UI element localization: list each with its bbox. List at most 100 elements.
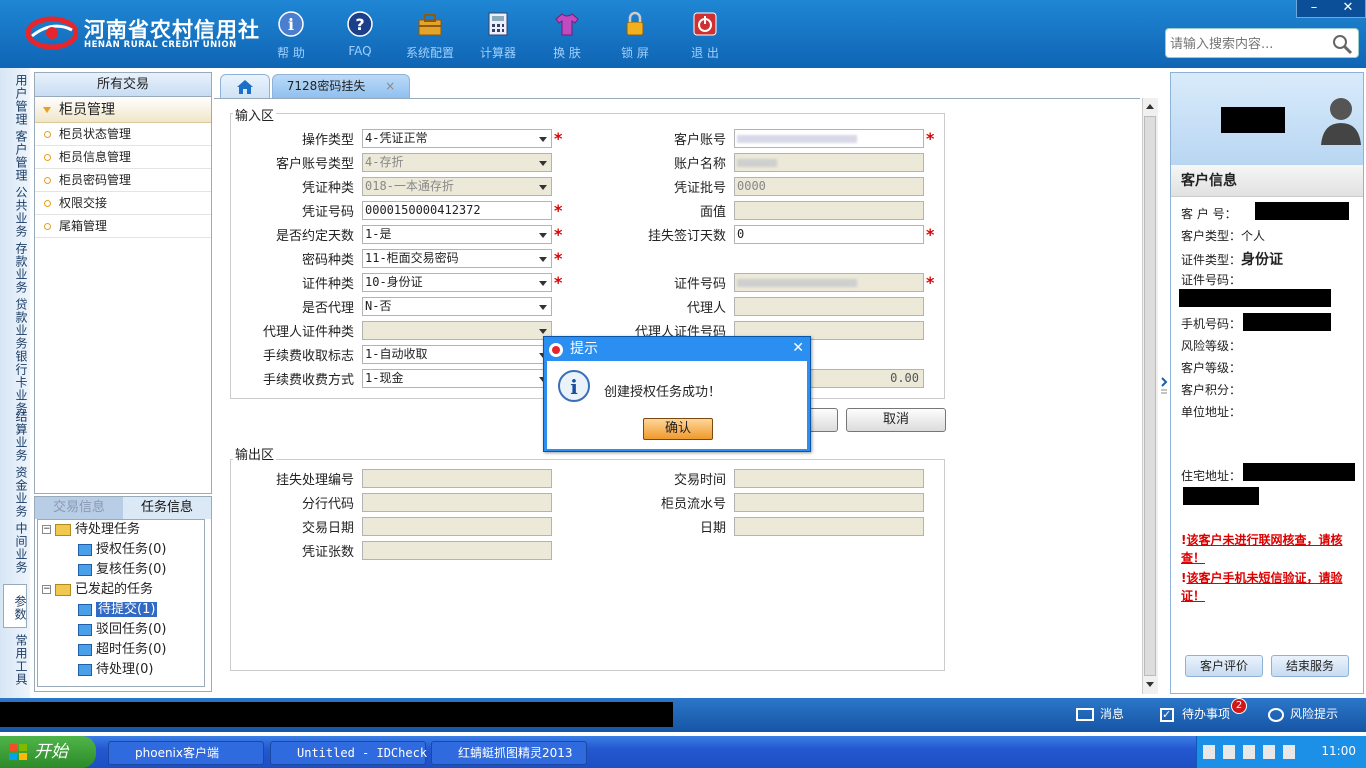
vnav-deposit[interactable]: 存款业务 [3, 242, 28, 294]
risk-alert-button[interactable]: 风险提示 [1268, 704, 1338, 724]
is-agent-select[interactable]: N-否 [362, 297, 552, 316]
risk-level-label: 风险等级： [1181, 339, 1242, 353]
menu-item-cash-box[interactable]: 尾箱管理 [35, 215, 211, 238]
tree-group-initiated[interactable]: − 已发起的任务 [42, 580, 153, 600]
scroll-thumb[interactable] [1144, 116, 1156, 676]
operation-type-select[interactable]: 4-凭证正常 [362, 129, 552, 148]
redacted-id-no [1179, 289, 1331, 307]
vnav-intermediary[interactable]: 中间业务 [3, 522, 28, 574]
fee-flag-select[interactable]: 1-自动收取 [362, 345, 552, 364]
scroll-up-arrow-icon[interactable] [1146, 104, 1154, 109]
vnav-loan[interactable]: 贷款业务 [3, 298, 28, 350]
menu-item-permission-handover[interactable]: 权限交接 [35, 192, 211, 215]
tree-group-pending[interactable]: − 待处理任务 [42, 520, 140, 540]
tree-item-timeout[interactable]: 超时任务(0) [78, 640, 166, 660]
content-scrollbar[interactable] [1142, 98, 1158, 694]
field-label: 代理人证件种类 [262, 325, 354, 340]
field-label: 证件种类 [301, 277, 354, 292]
tab-home[interactable] [220, 74, 270, 98]
close-tab-icon[interactable]: × [385, 79, 395, 93]
system-tray: 11:00 [1196, 736, 1366, 768]
verification-warning[interactable]: !该客户未进行联网核查，请核查！ [1181, 531, 1359, 567]
account-type-select[interactable]: 4-存折 [362, 153, 552, 172]
sms-warning[interactable]: !该客户手机未短信验证，请验证！ [1181, 569, 1359, 605]
voucher-type-select[interactable]: 018-一本通存折 [362, 177, 552, 196]
required-mark: * [926, 129, 935, 148]
scroll-down-arrow-icon[interactable] [1146, 682, 1154, 687]
vnav-funds[interactable]: 资金业务 [3, 466, 28, 518]
info-icon: i [558, 370, 590, 402]
close-window-button[interactable]: ✕ [1331, 0, 1365, 16]
menu-section-label: 柜员管理 [59, 102, 115, 118]
dialog-ok-button[interactable]: 确认 [643, 418, 713, 440]
toolbar-lock-button[interactable]: 锁 屏 [605, 8, 665, 64]
toolbar-calculator-button[interactable]: 计算器 [468, 8, 528, 64]
account-name-field [734, 153, 924, 172]
search-icon[interactable] [1330, 32, 1354, 56]
voucher-count-field [362, 541, 552, 560]
customer-account-input[interactable] [734, 129, 924, 148]
voucher-number-input[interactable]: 0000150000412372 [362, 201, 552, 220]
right-panel-collapse-handle[interactable] [1160, 360, 1168, 410]
chat-bubble-icon [1268, 707, 1284, 722]
vnav-customer-management[interactable]: 客户管理 [3, 130, 28, 182]
todo-button[interactable]: ✓ 待办事项 [1160, 704, 1230, 724]
customer-evaluation-button[interactable]: 客户评价 [1185, 655, 1263, 677]
vnav-public-business[interactable]: 公共业务 [3, 186, 28, 238]
tab-password-loss[interactable]: 7128密码挂失 × [272, 74, 410, 98]
toolbar-skin-button[interactable]: 换 肤 [537, 8, 597, 64]
menu-item-teller-password[interactable]: 柜员密码管理 [35, 169, 211, 192]
checkbox-icon: ✓ [1160, 707, 1174, 722]
tree-item-to-submit[interactable]: 待提交(1) [78, 600, 158, 620]
taskbar-item-idcheck[interactable]: Untitled - IDCheck [270, 741, 427, 765]
toolbar-faq-button[interactable]: ? FAQ [330, 8, 390, 64]
vnav-bank-card[interactable]: 银行卡业务 [3, 350, 28, 415]
task-icon [78, 663, 92, 676]
menu-header[interactable]: 所有交易 [35, 73, 211, 97]
vnav-parameters[interactable]: 参数 [3, 584, 27, 628]
field-label: 分行代码 [301, 497, 354, 512]
id-type-select[interactable]: 10-身份证 [362, 273, 552, 292]
dialog-title: 提示 [570, 341, 598, 357]
search-input[interactable] [1170, 34, 1330, 54]
field-label: 凭证张数 [301, 545, 354, 560]
tree-item-review-tasks[interactable]: 复核任务(0) [78, 560, 166, 580]
field-label: 代理人 [686, 301, 726, 316]
toolbar-help-button[interactable]: i 帮 助 [261, 8, 321, 64]
dialog-close-button[interactable]: ✕ [792, 340, 804, 356]
loss-days-input[interactable]: 0 [734, 225, 924, 244]
minimize-button[interactable]: – [1297, 0, 1331, 16]
vnav-user-management[interactable]: 用户管理 [3, 74, 28, 126]
taskbar-item-screenshot-tool[interactable]: 红蜻蜓抓图精灵2013 [431, 741, 587, 765]
agent-field [734, 297, 924, 316]
cancel-button[interactable]: 取消 [846, 408, 946, 432]
tree-item-pending[interactable]: 待处理(0) [78, 660, 153, 680]
tab-transaction-info[interactable]: 交易信息 [35, 497, 123, 519]
fee-method-select[interactable]: 1-现金 [362, 369, 552, 388]
taskbar-item-phoenix[interactable]: phoenix客户端 [108, 741, 264, 765]
messages-button[interactable]: 消息 [1076, 704, 1124, 724]
tab-task-info[interactable]: 任务信息 [123, 497, 211, 519]
folder-icon: − [42, 584, 51, 594]
tab-label: 7128密码挂失 [286, 79, 366, 93]
field-label: 手续费收取标志 [262, 349, 354, 364]
vnav-tools[interactable]: 常用工具 [3, 634, 28, 686]
password-type-select[interactable]: 11-柜面交易密码 [362, 249, 552, 268]
required-mark: * [926, 273, 935, 292]
chevron-right-icon [1161, 377, 1168, 394]
tree-item-auth-tasks[interactable]: 授权任务(0) [78, 540, 166, 560]
toolbar-config-button[interactable]: 系统配置 [400, 8, 460, 64]
agent-id-type-select[interactable] [362, 321, 552, 340]
end-service-button[interactable]: 结束服务 [1271, 655, 1349, 677]
menu-item-teller-info[interactable]: 柜员信息管理 [35, 146, 211, 169]
start-button[interactable]: 开始 [0, 736, 96, 768]
menu-section[interactable]: 柜员管理 [35, 97, 211, 123]
toolbar-exit-button[interactable]: 退 出 [675, 8, 735, 64]
alert-dialog: 提示 ✕ i 创建授权任务成功！ 确认 [543, 336, 811, 452]
tree-item-rejected[interactable]: 驳回任务(0) [78, 620, 166, 640]
customer-info-header: 客户信息 [1171, 165, 1363, 197]
agreed-days-select[interactable]: 1-是 [362, 225, 552, 244]
redacted-home-address [1243, 463, 1355, 481]
vnav-settlement[interactable]: 结算业务 [3, 410, 28, 462]
menu-item-teller-status[interactable]: 柜员状态管理 [35, 123, 211, 146]
